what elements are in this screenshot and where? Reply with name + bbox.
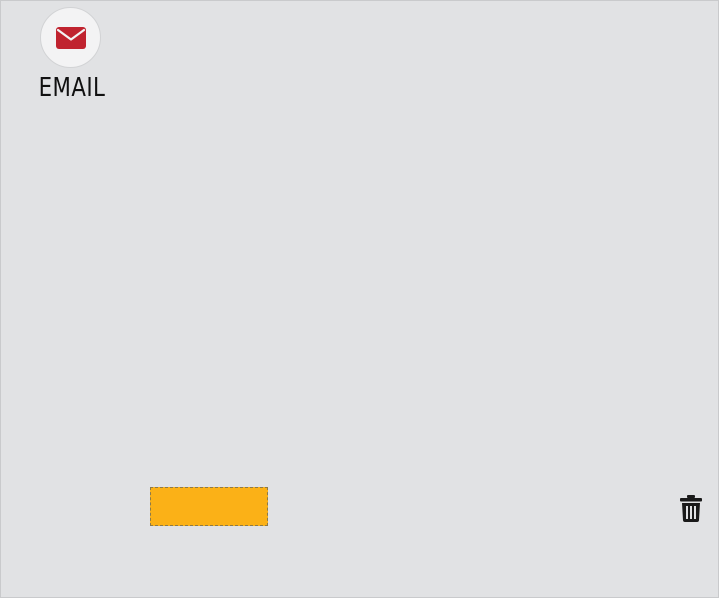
email-widget[interactable]: EMAIL: [29, 7, 115, 107]
envelope-icon: [55, 26, 86, 49]
email-label: EMAIL: [38, 73, 106, 103]
trash-icon: [680, 494, 702, 522]
email-button[interactable]: [40, 7, 101, 68]
workspace-canvas: EMAIL: [0, 0, 719, 598]
yellow-placeholder-block[interactable]: [150, 487, 268, 526]
delete-button[interactable]: [678, 493, 704, 523]
